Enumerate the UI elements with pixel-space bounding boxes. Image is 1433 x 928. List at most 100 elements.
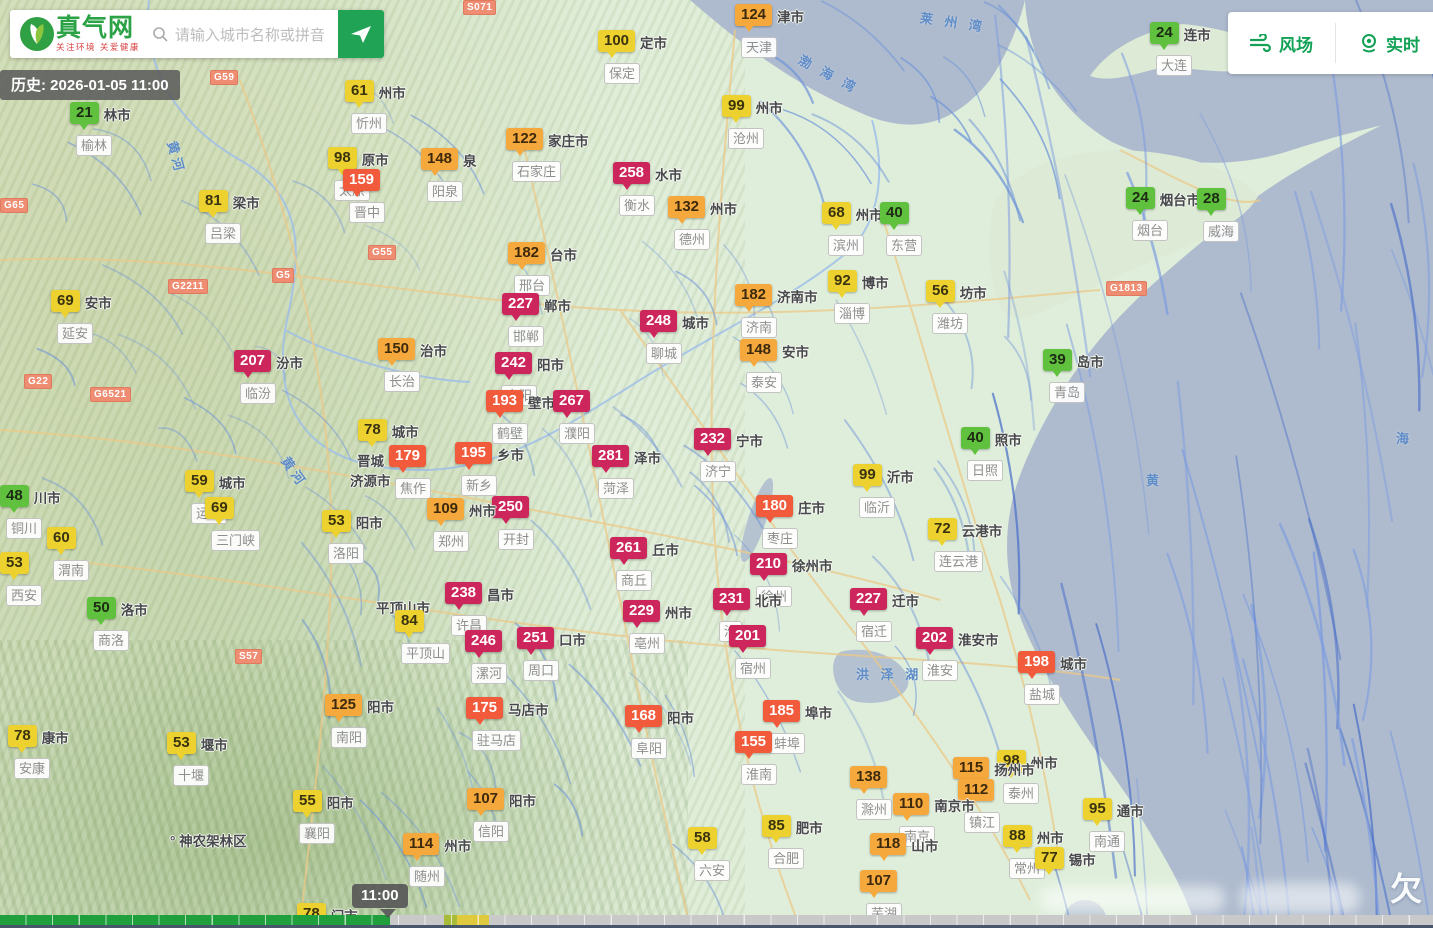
aqi-badge[interactable]: 125 xyxy=(325,694,363,722)
aqi-badge[interactable]: 155 xyxy=(735,731,773,759)
map-canvas[interactable]: 晋城 济源市 平顶山市 ° 神农架林区渤 海 湾莱 州 湾黄海洪 泽 湖黄河 黄河 G59… xyxy=(0,0,1433,928)
aqi-badge[interactable]: 229 xyxy=(623,600,661,628)
aqi-badge[interactable]: 175 xyxy=(466,697,504,725)
aqi-badge[interactable]: 55 xyxy=(293,790,322,818)
aqi-badge[interactable]: 53 xyxy=(322,510,351,538)
aqi-badge[interactable]: 114 xyxy=(403,833,440,861)
aqi-badge[interactable]: 61 xyxy=(345,80,374,108)
aqi-badge[interactable]: 201 xyxy=(729,625,767,653)
aqi-badge[interactable]: 109 xyxy=(427,498,465,526)
map-city-name: 锡市 xyxy=(1068,853,1096,868)
aqi-badge[interactable]: 40 xyxy=(880,202,909,230)
aqi-badge[interactable]: 115 xyxy=(953,757,990,785)
aqi-badge[interactable]: 58 xyxy=(688,827,717,855)
aqi-badge[interactable]: 56 xyxy=(926,280,955,308)
aqi-badge[interactable]: 92 xyxy=(828,270,857,298)
aqi-badge[interactable]: 68 xyxy=(822,202,851,230)
aqi-badge[interactable]: 59 xyxy=(185,470,214,498)
aqi-badge[interactable]: 182 xyxy=(508,242,546,270)
aqi-badge[interactable]: 107 xyxy=(467,788,505,816)
wind-field-button[interactable]: 风场 xyxy=(1228,12,1335,74)
timeline-slider[interactable] xyxy=(0,915,1433,925)
aqi-badge[interactable]: 138 xyxy=(850,766,888,794)
search-input[interactable]: 请输入城市名称或拼音 xyxy=(146,24,338,45)
aqi-marker: 50 洛市 商洛 xyxy=(87,597,148,651)
aqi-badge[interactable]: 148 xyxy=(740,339,778,367)
aqi-badge[interactable]: 118 xyxy=(870,833,907,861)
aqi-badge[interactable]: 250 xyxy=(492,496,530,524)
aqi-badge[interactable]: 148 xyxy=(421,148,459,176)
site-logo[interactable]: 真气网 关注环境 关爱健康 xyxy=(10,15,146,53)
aqi-badge[interactable]: 84 xyxy=(395,610,424,638)
road-number-tag: G2211 xyxy=(168,279,208,294)
aqi-badge[interactable]: 202 xyxy=(916,627,954,655)
aqi-badge[interactable]: 28 xyxy=(1197,188,1226,216)
aqi-badge[interactable]: 99 xyxy=(722,95,751,123)
aqi-badge[interactable]: 251 xyxy=(517,627,555,655)
aqi-badge[interactable]: 69 xyxy=(51,290,80,318)
aqi-badge[interactable]: 100 xyxy=(598,30,636,58)
aqi-badge[interactable]: 95 xyxy=(1083,798,1112,826)
aqi-badge[interactable]: 98 xyxy=(328,147,357,175)
aqi-badge[interactable]: 24 xyxy=(1150,22,1179,50)
aqi-badge[interactable]: 185 xyxy=(763,700,801,728)
aqi-marker: 40 照市 日照 xyxy=(961,427,1022,481)
aqi-badge[interactable]: 60 xyxy=(47,527,76,555)
aqi-badge[interactable]: 242 xyxy=(495,352,533,380)
aqi-marker: 99 州市 沧州 xyxy=(722,95,783,149)
aqi-badge[interactable]: 168 xyxy=(625,705,663,733)
aqi-badge[interactable]: 53 xyxy=(167,732,196,760)
aqi-badge[interactable]: 122 xyxy=(506,128,544,156)
aqi-badge[interactable]: 207 xyxy=(234,350,272,378)
aqi-badge[interactable]: 261 xyxy=(610,537,648,565)
city-label: 天津 xyxy=(741,37,778,58)
realtime-button[interactable]: 实时 xyxy=(1336,12,1433,74)
aqi-badge[interactable]: 198 xyxy=(1018,651,1056,679)
aqi-badge[interactable]: 69 xyxy=(205,497,234,525)
aqi-badge[interactable]: 210 xyxy=(750,553,788,581)
aqi-badge[interactable]: 107 xyxy=(860,870,898,898)
aqi-badge[interactable]: 258 xyxy=(613,162,651,190)
aqi-badge[interactable]: 246 xyxy=(465,630,503,658)
aqi-badge[interactable]: 150 xyxy=(378,338,416,366)
aqi-badge[interactable]: 124 xyxy=(735,4,773,32)
aqi-badge[interactable]: 99 xyxy=(853,464,882,492)
aqi-badge[interactable]: 48 xyxy=(0,485,29,513)
aqi-badge[interactable]: 231 xyxy=(713,588,751,616)
aqi-badge[interactable]: 39 xyxy=(1043,349,1072,377)
aqi-badge[interactable]: 227 xyxy=(502,293,540,321)
aqi-badge[interactable]: 281 xyxy=(592,445,630,473)
search-submit-button[interactable] xyxy=(338,10,384,58)
aqi-badge[interactable]: 53 xyxy=(0,552,29,580)
aqi-badge[interactable]: 78 xyxy=(358,419,387,447)
aqi-badge[interactable]: 238 xyxy=(445,582,483,610)
aqi-marker: 99 沂市 临沂 xyxy=(853,464,914,518)
aqi-badge[interactable]: 72 xyxy=(928,518,957,546)
aqi-badge[interactable]: 78 xyxy=(8,725,37,753)
aqi-badge[interactable]: 179 xyxy=(389,445,427,473)
aqi-badge[interactable]: 182 xyxy=(735,284,773,312)
aqi-badge[interactable]: 50 xyxy=(87,597,116,625)
aqi-badge[interactable]: 85 xyxy=(762,815,791,843)
aqi-badge[interactable]: 81 xyxy=(199,190,228,218)
aqi-badge[interactable]: 159 xyxy=(343,169,381,197)
aqi-badge[interactable]: 193 xyxy=(486,390,524,418)
map-city-name: 连市 xyxy=(1183,28,1211,43)
aqi-badge[interactable]: 132 xyxy=(668,196,706,224)
aqi-badge[interactable]: 24 xyxy=(1126,187,1155,215)
aqi-badge[interactable]: 40 xyxy=(961,427,990,455)
logo-title: 真气网 xyxy=(56,14,135,43)
aqi-marker: 148 泉阳泉 xyxy=(421,148,477,202)
aqi-badge[interactable]: 267 xyxy=(553,390,591,418)
timeline-handle-pointer[interactable] xyxy=(380,909,396,918)
aqi-badge[interactable]: 195 xyxy=(455,442,493,470)
aqi-badge[interactable]: 21 xyxy=(70,102,99,130)
aqi-badge[interactable]: 248 xyxy=(640,310,678,338)
aqi-badge[interactable]: 77 xyxy=(1035,847,1064,875)
city-label: 襄阳 xyxy=(299,823,336,844)
aqi-badge[interactable]: 232 xyxy=(694,428,732,456)
aqi-badge[interactable]: 227 xyxy=(850,588,888,616)
aqi-badge[interactable]: 180 xyxy=(756,495,794,523)
aqi-badge[interactable]: 110 xyxy=(893,793,930,821)
aqi-badge[interactable]: 88 xyxy=(1003,825,1032,853)
